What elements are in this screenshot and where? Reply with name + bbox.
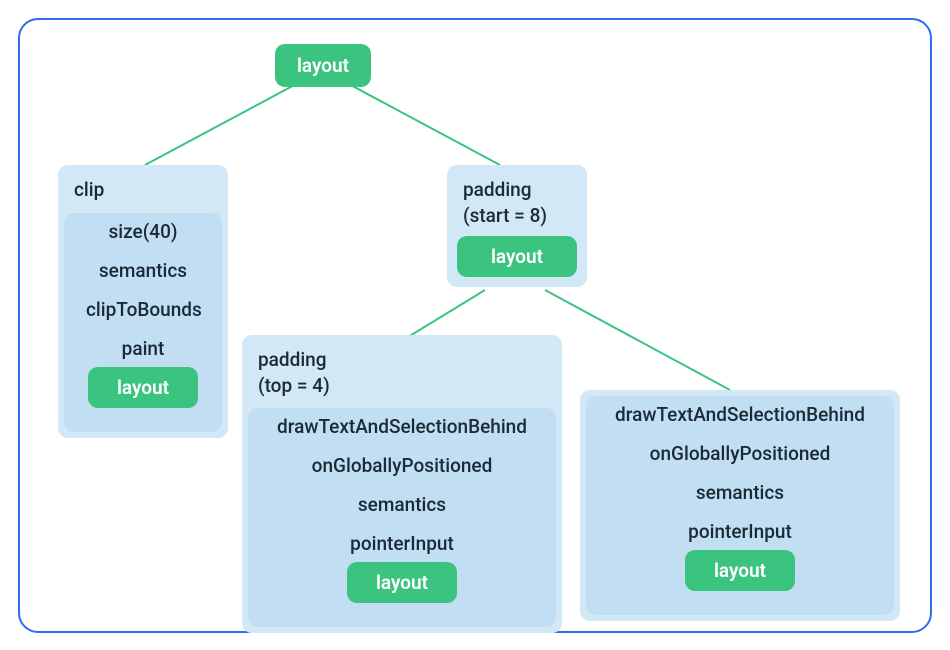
padding-top-layout-leaf: layout [347, 562, 457, 603]
clip-layout-leaf: layout [88, 367, 198, 408]
text-node-layer: onGloballyPositioned [598, 435, 882, 472]
text-node-layout-leaf: layout [685, 550, 795, 591]
padding-top-line1: padding [258, 348, 327, 371]
clip-title: clip [64, 171, 222, 211]
padding-start-layout-leaf: layout [457, 236, 577, 277]
text-node-layer: drawTextAndSelectionBehind [592, 396, 888, 433]
padding-start-line1: padding [463, 178, 532, 201]
padding-top-layer: onGloballyPositioned [260, 447, 544, 484]
clip-layer: size(40) [70, 213, 216, 250]
padding-top-line2: (top = 4) [258, 374, 330, 397]
clip-layer: clipToBounds [82, 291, 204, 328]
padding-top-title: padding (top = 4) [248, 341, 556, 406]
text-node-layer: pointerInput [610, 513, 870, 550]
padding-start-title: padding (start = 8) [453, 171, 581, 236]
padding-top-layers: drawTextAndSelectionBehind onGloballyPos… [248, 408, 556, 627]
clip-node: clip size(40) semantics clipToBounds pai… [58, 165, 228, 438]
text-node-layer: semantics [604, 474, 876, 511]
clip-layer: semantics [76, 252, 210, 289]
padding-top-layer: semantics [266, 486, 538, 523]
padding-start-line2: (start = 8) [463, 204, 547, 227]
padding-top-layer: drawTextAndSelectionBehind [254, 408, 550, 445]
padding-top-node: padding (top = 4) drawTextAndSelectionBe… [242, 335, 562, 633]
text-node-layers: drawTextAndSelectionBehind onGloballyPos… [586, 396, 894, 615]
clip-layer: paint [88, 330, 198, 367]
text-node: drawTextAndSelectionBehind onGloballyPos… [580, 390, 900, 621]
padding-top-layer: pointerInput [272, 525, 532, 562]
clip-layers: size(40) semantics clipToBounds paint la… [64, 213, 222, 432]
root-layout-node: layout [275, 44, 371, 87]
padding-start-node: padding (start = 8) layout [447, 165, 587, 287]
